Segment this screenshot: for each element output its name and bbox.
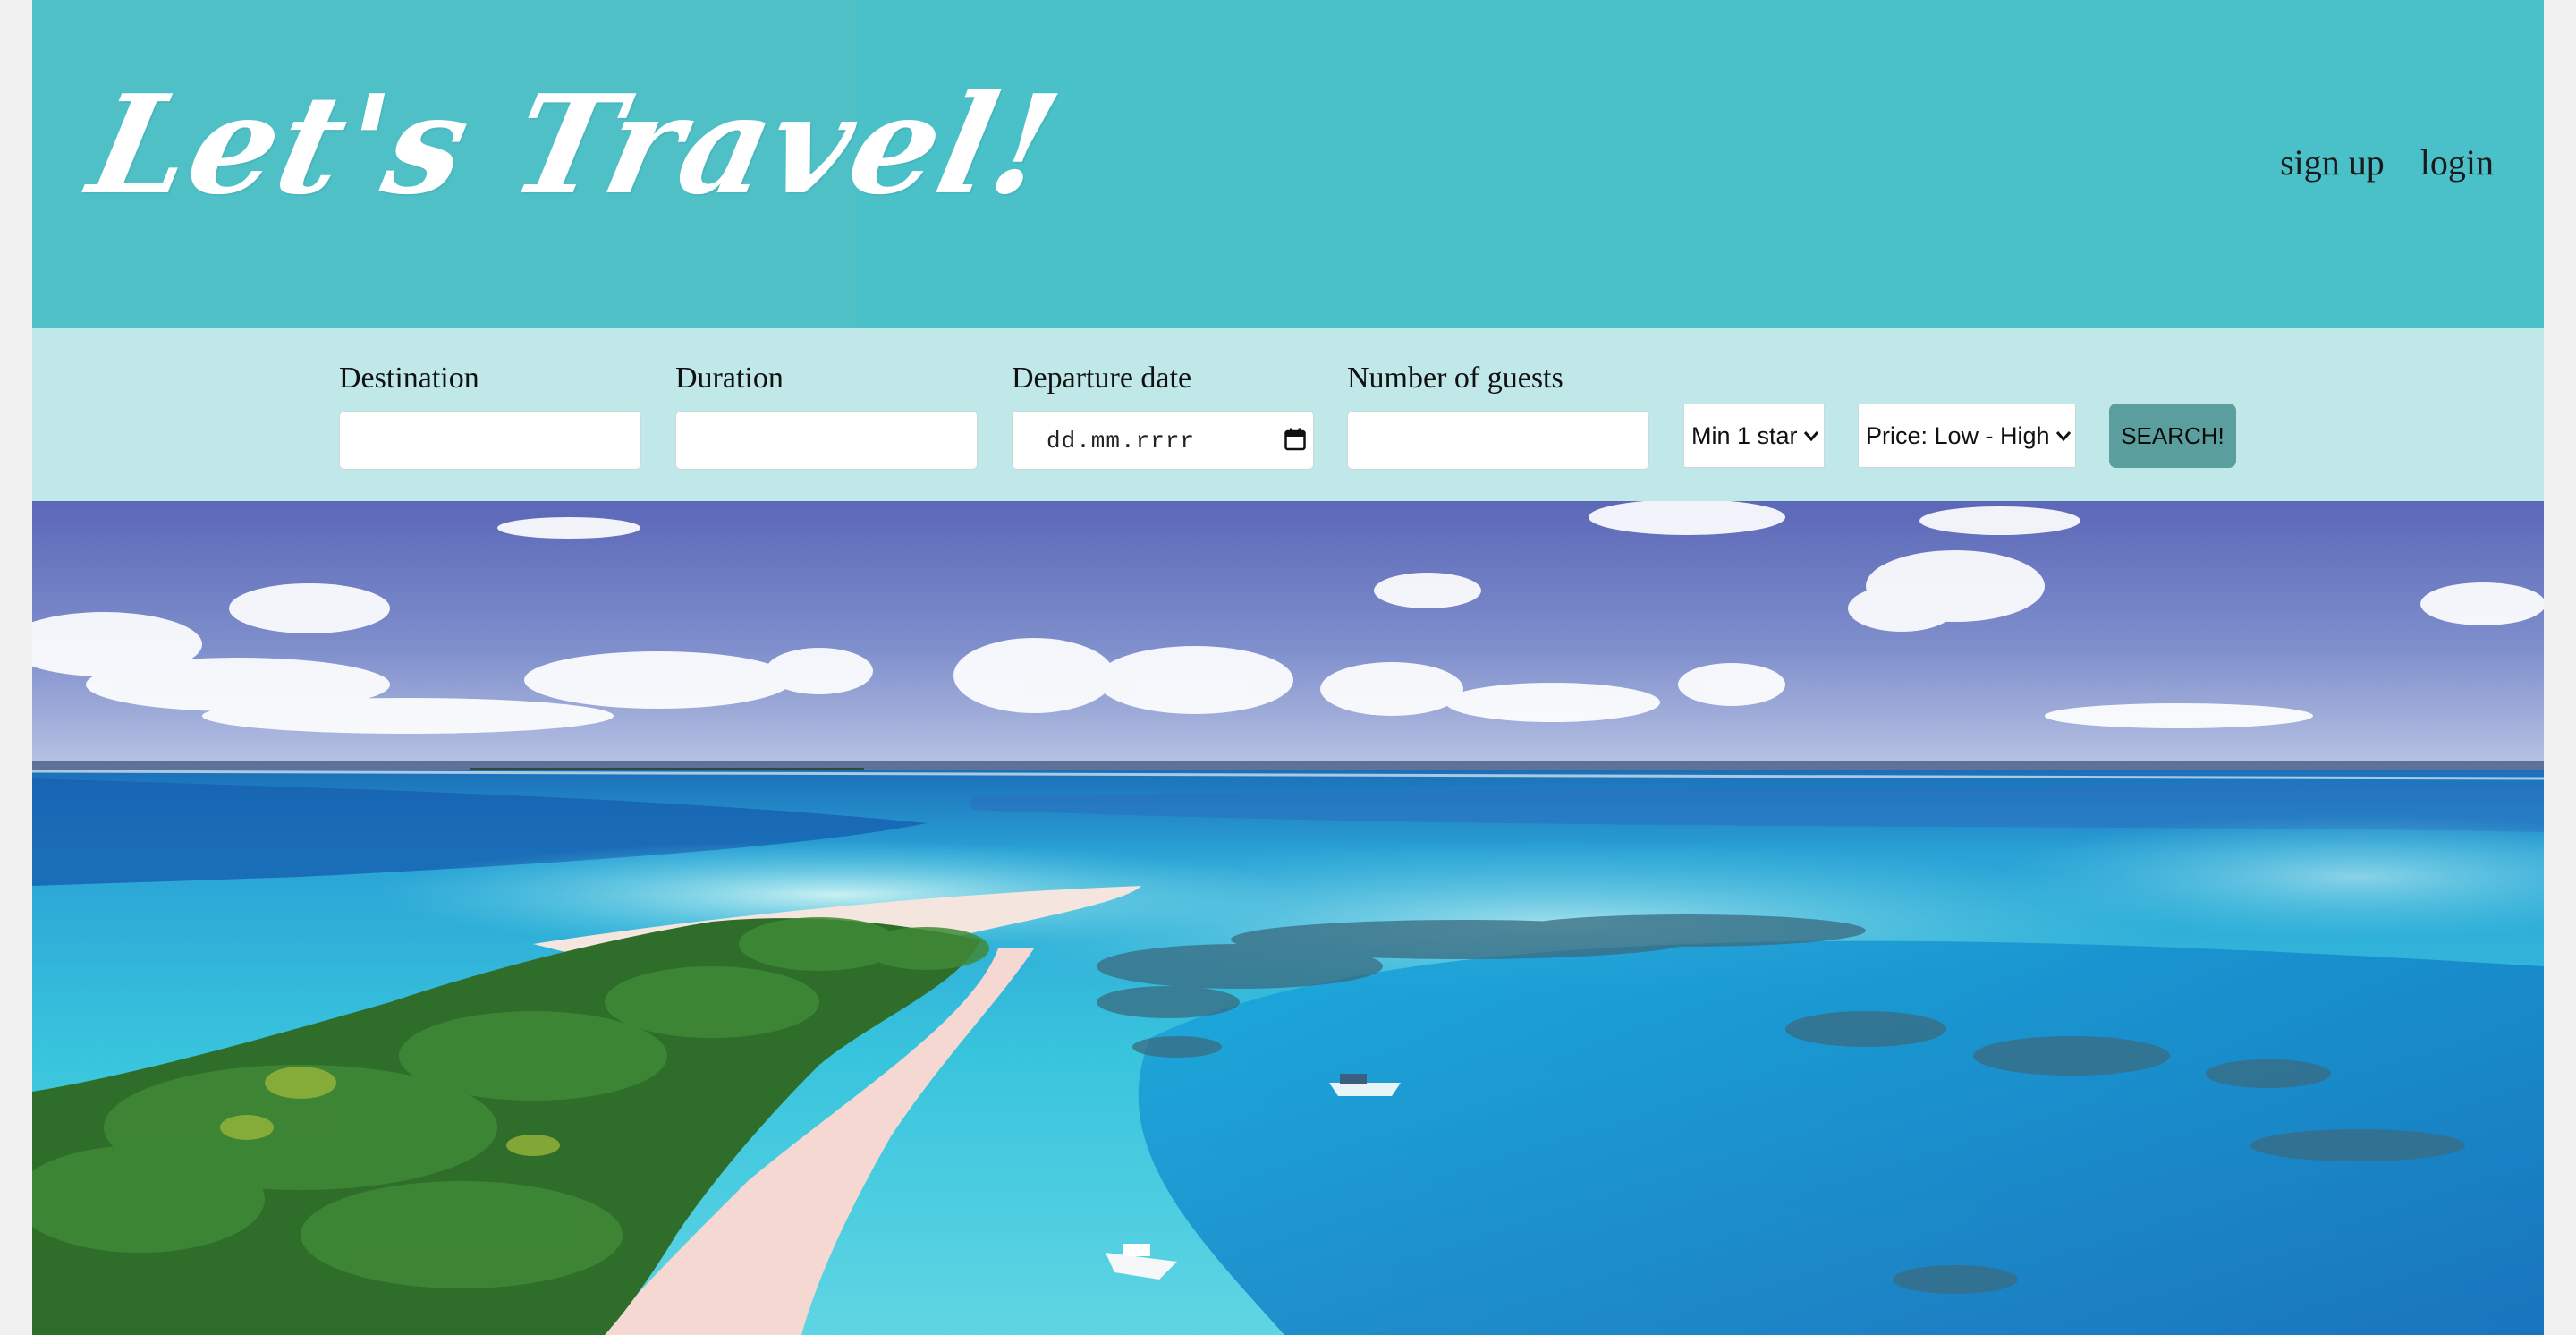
page: Let's Travel! sign up login Destination … <box>32 0 2544 1335</box>
header-nav: sign up login <box>2280 141 2494 184</box>
login-link[interactable]: login <box>2420 141 2494 184</box>
search-bar: Destination Duration Departure date dd.m… <box>32 328 2544 501</box>
guests-input[interactable] <box>1347 411 1649 470</box>
calendar-icon[interactable] <box>1284 428 1306 451</box>
price-sort-select[interactable]: Price: Low - High <box>1858 404 2076 468</box>
search-button[interactable]: SEARCH! <box>2109 404 2236 468</box>
destination-field-group: Destination <box>339 361 641 470</box>
guests-field-group: Number of guests <box>1347 361 1649 470</box>
destination-input[interactable] <box>339 411 641 470</box>
duration-input[interactable] <box>675 411 978 470</box>
guests-label: Number of guests <box>1347 361 1563 395</box>
chevron-down-icon <box>2055 431 2071 442</box>
departure-date-placeholder: dd.mm.rrrr <box>1046 428 1196 455</box>
departure-label: Departure date <box>1012 361 1192 395</box>
hero-lagoon-illustration <box>32 501 2544 1335</box>
departure-date-input[interactable]: dd.mm.rrrr <box>1012 411 1314 470</box>
site-logo[interactable]: Let's Travel! <box>78 64 1073 225</box>
price-sort-value: Price: Low - High <box>1866 421 2050 449</box>
min-stars-value: Min 1 star <box>1691 421 1798 449</box>
logo-block: Let's Travel! <box>32 0 1073 328</box>
departure-field-group: Departure date dd.mm.rrrr <box>1012 361 1314 470</box>
duration-label: Duration <box>675 361 784 395</box>
duration-field-group: Duration <box>675 361 978 470</box>
min-stars-select[interactable]: Min 1 star <box>1683 404 1825 468</box>
hero-image <box>32 501 2544 1335</box>
chevron-down-icon <box>1803 431 1818 442</box>
site-header: Let's Travel! sign up login <box>32 0 2544 328</box>
signup-link[interactable]: sign up <box>2280 141 2385 184</box>
destination-label: Destination <box>339 361 479 395</box>
